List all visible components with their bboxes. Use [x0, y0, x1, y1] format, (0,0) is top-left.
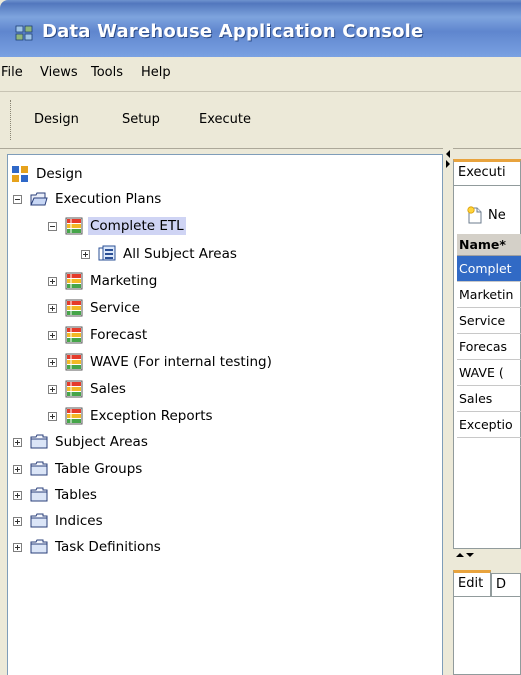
design-button[interactable]: Design — [34, 112, 79, 127]
tab-execution-plans-label: Executi — [458, 165, 506, 180]
tab-d-label: D — [496, 577, 507, 592]
execute-button[interactable]: Execute — [199, 112, 251, 127]
tree-node-indices[interactable]: Indices — [13, 511, 105, 531]
tree-node-subject-areas[interactable]: Subject Areas — [13, 432, 150, 452]
new-document-icon — [467, 206, 482, 224]
collapse-left-arrow-icon[interactable] — [446, 150, 450, 158]
tree-node-service[interactable]: Service — [48, 298, 142, 318]
menu-help[interactable]: Help — [141, 65, 171, 80]
expand-icon[interactable] — [48, 384, 57, 394]
tree-label-tables: Tables — [55, 487, 97, 503]
expand-icon[interactable] — [48, 303, 57, 313]
execution-plan-icon — [65, 326, 83, 344]
tree-label-subject-areas: Subject Areas — [55, 434, 148, 450]
tree-node-tables[interactable]: Tables — [13, 485, 99, 505]
folder-icon — [30, 513, 48, 528]
data-warehouse-app-icon — [15, 25, 33, 41]
folder-icon — [30, 461, 48, 476]
tree-label-all-subject-areas: All Subject Areas — [123, 246, 237, 262]
grid-row-forecast[interactable]: Forecas — [457, 334, 521, 360]
tree-label-execution-plans: Execution Plans — [55, 191, 162, 207]
tree-label-marketing: Marketing — [90, 273, 158, 289]
tab-d[interactable]: D — [491, 573, 521, 596]
tree-node-wave[interactable]: WAVE (For internal testing) — [48, 352, 274, 372]
tree-node-forecast[interactable]: Forecast — [48, 325, 149, 345]
tree-label-wave: WAVE (For internal testing) — [90, 354, 272, 370]
vertical-splitter[interactable] — [443, 148, 453, 675]
new-button-label: Ne — [488, 207, 506, 223]
tab-edit[interactable]: Edit — [453, 570, 491, 596]
tree-label-exception-reports: Exception Reports — [90, 408, 213, 424]
menu-file[interactable]: File — [1, 65, 23, 80]
tree-label-table-groups: Table Groups — [55, 461, 143, 477]
expand-icon[interactable] — [48, 330, 57, 340]
horizontal-splitter[interactable] — [453, 551, 521, 561]
design-tree-panel: Design Execution Plans Complete ETL All … — [7, 154, 443, 675]
grid-row-service[interactable]: Service — [457, 308, 521, 334]
menu-views[interactable]: Views — [40, 65, 78, 80]
collapse-icon[interactable] — [13, 194, 22, 204]
tree-node-design[interactable]: Design — [11, 164, 85, 184]
execution-plan-icon — [65, 272, 83, 290]
expand-icon[interactable] — [13, 516, 22, 526]
tree-label-service: Service — [90, 300, 140, 316]
tree-label-forecast: Forecast — [90, 327, 148, 343]
execution-plan-icon — [65, 353, 83, 371]
menu-tools[interactable]: Tools — [91, 65, 123, 80]
tree-node-task-definitions[interactable]: Task Definitions — [13, 537, 163, 557]
tree-node-exception-reports[interactable]: Exception Reports — [48, 406, 215, 426]
expand-icon[interactable] — [81, 249, 90, 259]
tab-execution-plans[interactable]: Executi — [453, 159, 521, 185]
execution-plan-icon — [65, 217, 83, 235]
open-folder-icon — [30, 192, 48, 206]
collapse-up-arrow-icon[interactable] — [456, 553, 464, 557]
tree-node-table-groups[interactable]: Table Groups — [13, 459, 144, 479]
execution-plan-icon — [65, 299, 83, 317]
expand-down-arrow-icon[interactable] — [466, 553, 474, 557]
tree-node-execution-plans[interactable]: Execution Plans — [13, 189, 163, 209]
new-button[interactable]: Ne — [465, 205, 506, 225]
tree-node-marketing[interactable]: Marketing — [48, 271, 159, 291]
tree-node-complete-etl[interactable]: Complete ETL — [48, 216, 186, 236]
grid-row-complete-etl[interactable]: Complet — [457, 256, 521, 282]
toolbar: Design Setup Execute — [0, 92, 521, 149]
toolbar-grip[interactable] — [10, 100, 13, 140]
execution-plans-panel: Executi Ne Name* Complet Marketin Servic… — [453, 154, 521, 675]
grid-row-marketing[interactable]: Marketin — [457, 282, 521, 308]
folder-icon — [30, 539, 48, 554]
folder-icon — [30, 434, 48, 449]
tree-label-complete-etl: Complete ETL — [88, 217, 186, 235]
expand-icon[interactable] — [13, 542, 22, 552]
folder-icon — [30, 487, 48, 502]
grid-header-name[interactable]: Name* — [457, 234, 521, 256]
menu-bar: File Views Tools Help — [0, 57, 521, 92]
window-title: Data Warehouse Application Console — [42, 21, 424, 42]
expand-icon[interactable] — [48, 276, 57, 286]
grid-row-wave[interactable]: WAVE ( — [457, 360, 521, 386]
expand-icon[interactable] — [13, 490, 22, 500]
design-grid-icon — [12, 166, 28, 182]
tree-label-indices: Indices — [55, 513, 103, 529]
grid-row-sales[interactable]: Sales — [457, 386, 521, 412]
details-content — [453, 596, 521, 675]
tree-label-design: Design — [36, 166, 83, 182]
expand-icon[interactable] — [48, 357, 57, 367]
setup-button[interactable]: Setup — [122, 112, 160, 127]
tree-node-sales[interactable]: Sales — [48, 379, 128, 399]
tree-node-all-subject-areas[interactable]: All Subject Areas — [81, 244, 239, 264]
collapse-icon[interactable] — [48, 221, 57, 231]
expand-icon[interactable] — [48, 411, 57, 421]
grid-row-exception-reports[interactable]: Exceptio — [457, 412, 521, 438]
execution-plan-icon — [65, 407, 83, 425]
execution-plan-icon — [65, 380, 83, 398]
tree-label-sales: Sales — [90, 381, 126, 397]
expand-icon[interactable] — [13, 464, 22, 474]
tab-edit-label: Edit — [458, 576, 484, 591]
expand-icon[interactable] — [13, 437, 22, 447]
title-bar: Data Warehouse Application Console — [0, 0, 521, 57]
tree-label-task-definitions: Task Definitions — [55, 539, 161, 555]
expand-right-arrow-icon[interactable] — [446, 160, 450, 168]
subject-area-icon — [98, 245, 116, 261]
